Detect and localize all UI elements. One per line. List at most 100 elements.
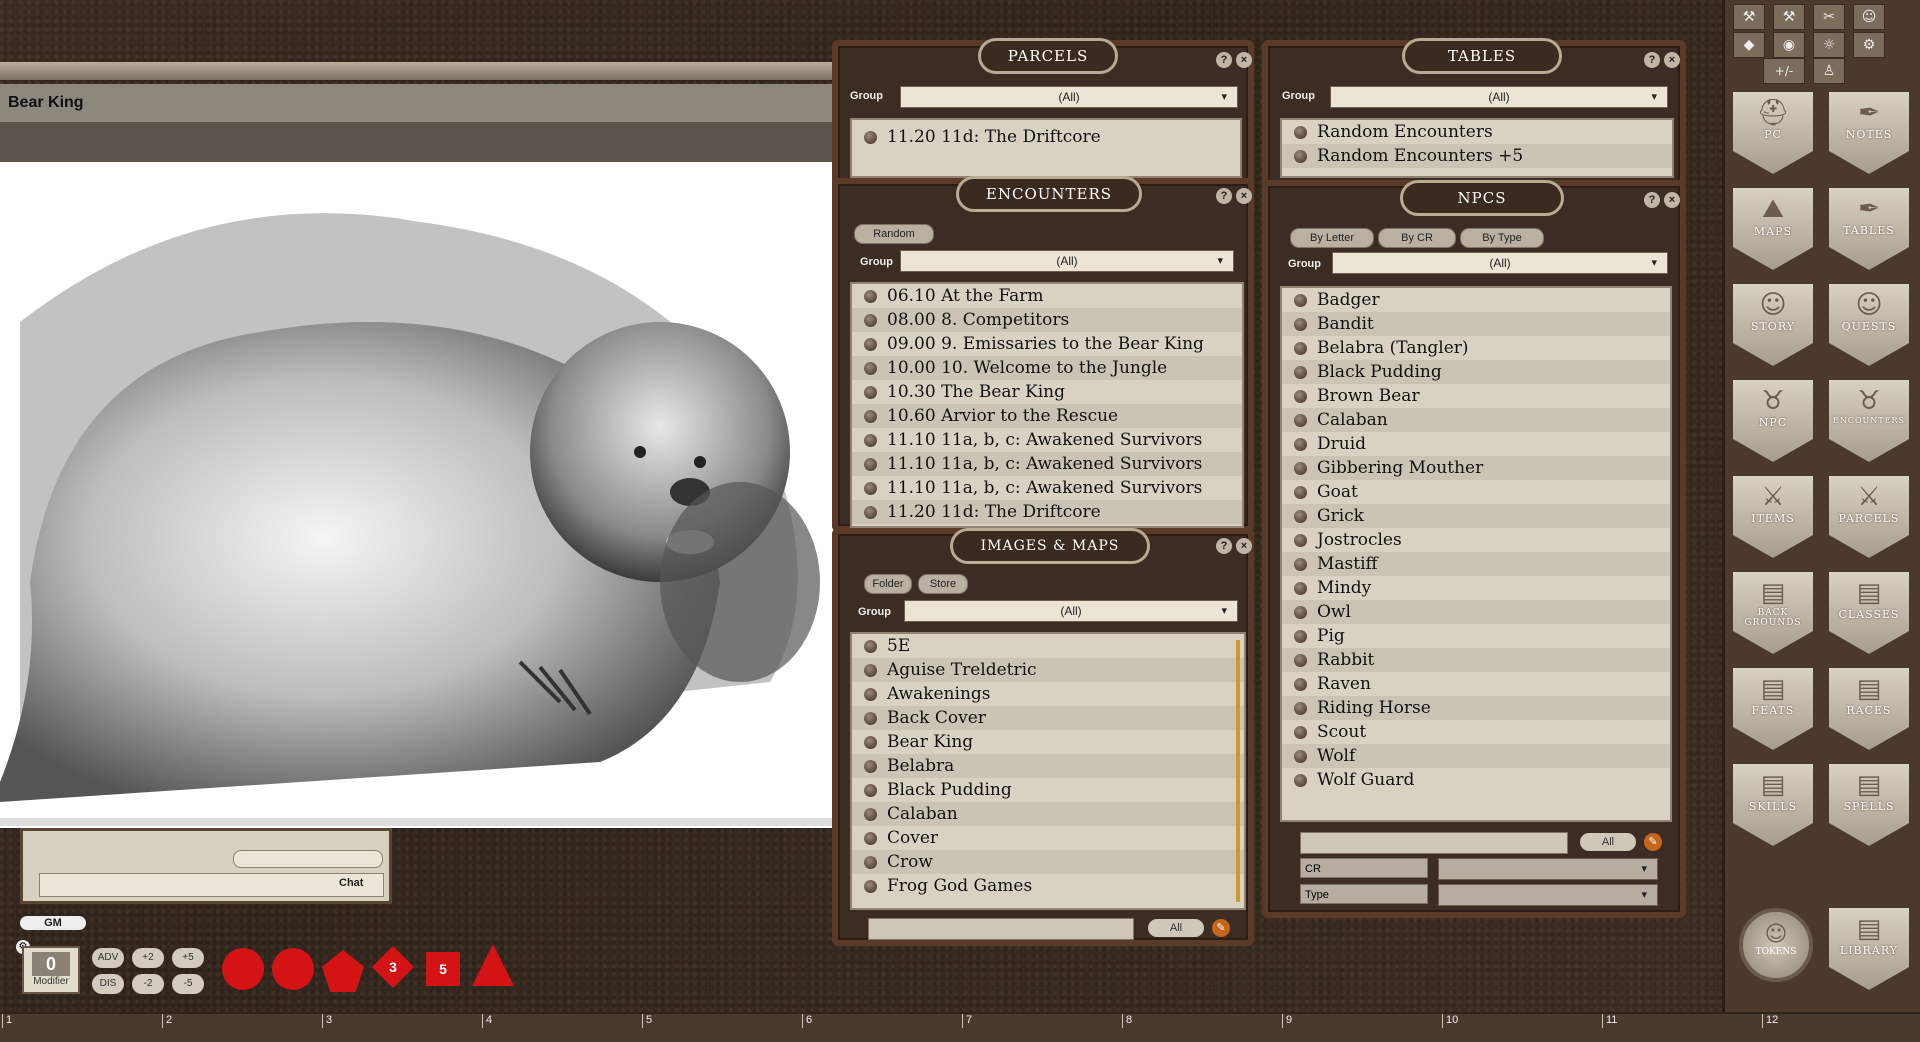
npcs-title[interactable]: NPCS bbox=[1400, 180, 1564, 216]
search-input[interactable] bbox=[1300, 832, 1568, 854]
feats-shield-button[interactable]: ▤ FEATS bbox=[1733, 668, 1813, 750]
list-item[interactable]: Pig bbox=[1282, 624, 1670, 648]
list-item[interactable]: 11.20 11d: The Driftcore bbox=[852, 500, 1242, 524]
list-item[interactable]: Random Encounters bbox=[1282, 120, 1672, 144]
dis-button[interactable]: DIS bbox=[92, 974, 124, 994]
tables-title[interactable]: TABLES bbox=[1402, 38, 1562, 74]
list-item[interactable]: Grick bbox=[1282, 504, 1670, 528]
d6-die[interactable]: 5 bbox=[426, 952, 460, 986]
npc-shield-button[interactable]: ♉ NPC bbox=[1733, 380, 1813, 462]
list-item[interactable]: Belabra (Tangler) bbox=[1282, 336, 1670, 360]
search-input[interactable] bbox=[868, 918, 1134, 940]
d4-die[interactable] bbox=[472, 944, 514, 986]
minus5-button[interactable]: -5 bbox=[172, 974, 204, 994]
group-dropdown[interactable]: (All) bbox=[1332, 252, 1668, 274]
toolbar-icon[interactable]: ◆ bbox=[1733, 32, 1765, 58]
list-item[interactable]: Back Cover bbox=[852, 706, 1244, 730]
list-item[interactable]: Owl bbox=[1282, 600, 1670, 624]
store-button[interactable]: Store bbox=[918, 574, 968, 594]
list-item[interactable]: 10.60 Arvior to the Rescue bbox=[852, 404, 1242, 428]
list-item[interactable]: Random Encounters +5 bbox=[1282, 144, 1672, 168]
close-button[interactable]: × bbox=[1664, 52, 1680, 68]
list-item[interactable]: Awakenings bbox=[852, 682, 1244, 706]
help-button[interactable]: ? bbox=[1216, 52, 1232, 68]
random-button[interactable]: Random bbox=[854, 224, 934, 244]
list-item[interactable]: 11.20 11d: The Driftcore bbox=[852, 120, 1240, 154]
list-item[interactable]: Black Pudding bbox=[852, 778, 1244, 802]
group-dropdown[interactable]: (All) bbox=[904, 600, 1238, 622]
list-item[interactable]: Bandit bbox=[1282, 312, 1670, 336]
list-item[interactable]: Riding Horse bbox=[1282, 696, 1670, 720]
toolbar-icon[interactable]: ⚒ bbox=[1733, 4, 1765, 30]
encounters-shield-button[interactable]: ♉ ENCOUNTERS bbox=[1829, 380, 1909, 462]
list-item[interactable]: 11.10 11a, b, c: Awakened Survivors bbox=[852, 476, 1242, 500]
encounters-title[interactable]: ENCOUNTERS bbox=[956, 176, 1142, 212]
images-maps-title[interactable]: IMAGES & MAPS bbox=[950, 528, 1150, 564]
plus2-button[interactable]: +2 bbox=[132, 948, 164, 968]
plus5-button[interactable]: +5 bbox=[172, 948, 204, 968]
list-item[interactable]: 5E bbox=[852, 634, 1244, 658]
skills-shield-button[interactable]: ▤ SKILLS bbox=[1733, 764, 1813, 846]
list-item[interactable]: Scout bbox=[1282, 720, 1670, 744]
list-item[interactable]: Druid bbox=[1282, 432, 1670, 456]
list-item[interactable]: Raven bbox=[1282, 672, 1670, 696]
modifier-box[interactable]: 0 Modifier bbox=[22, 946, 80, 994]
list-item[interactable]: Cover bbox=[852, 826, 1244, 850]
edit-icon[interactable]: ✎ bbox=[1644, 833, 1662, 851]
list-item[interactable]: Calaban bbox=[852, 802, 1244, 826]
d10-die[interactable] bbox=[322, 950, 364, 992]
figure-icon[interactable]: ♙ bbox=[1813, 58, 1845, 84]
notes-shield-button[interactable]: ✒ NOTES bbox=[1829, 92, 1909, 174]
tab-by-type[interactable]: By Type bbox=[1460, 228, 1544, 248]
group-dropdown[interactable]: (All) bbox=[1330, 86, 1668, 108]
list-item[interactable]: Wolf Guard bbox=[1282, 768, 1670, 792]
story-shield-button[interactable]: ☺ STORY bbox=[1733, 284, 1813, 366]
items-shield-button[interactable]: ⚔ ITEMS bbox=[1733, 476, 1813, 558]
races-shield-button[interactable]: ▤ RACES bbox=[1829, 668, 1909, 750]
folder-button[interactable]: Folder bbox=[864, 574, 912, 594]
chat-button[interactable]: Chat bbox=[339, 877, 363, 889]
list-item[interactable]: 10.00 10. Welcome to the Jungle bbox=[852, 356, 1242, 380]
help-button[interactable]: ? bbox=[1644, 52, 1660, 68]
classes-shield-button[interactable]: ▤ CLASSES bbox=[1829, 572, 1909, 654]
backgrounds-shield-button[interactable]: ▤ BACK GROUNDS bbox=[1733, 572, 1813, 654]
all-button[interactable]: All bbox=[1580, 833, 1636, 851]
toolbar-icon[interactable]: ⚒ bbox=[1773, 4, 1805, 30]
close-button[interactable]: × bbox=[1236, 188, 1252, 204]
all-button[interactable]: All bbox=[1148, 919, 1204, 937]
adv-button[interactable]: ADV bbox=[92, 948, 124, 968]
spells-shield-button[interactable]: ▤ SPELLS bbox=[1829, 764, 1909, 846]
close-button[interactable]: × bbox=[1664, 192, 1680, 208]
lighting-icon[interactable]: ☼ bbox=[1813, 32, 1845, 58]
cr-filter-dropdown[interactable] bbox=[1438, 858, 1658, 880]
list-item[interactable]: Goat bbox=[1282, 480, 1670, 504]
list-item[interactable]: 11.10 11a, b, c: Awakened Survivors bbox=[852, 428, 1242, 452]
type-filter-dropdown[interactable] bbox=[1438, 884, 1658, 906]
pc-shield-button[interactable]: ⛑ PC bbox=[1733, 92, 1813, 174]
list-item[interactable]: Belabra bbox=[852, 754, 1244, 778]
image-canvas[interactable] bbox=[0, 162, 834, 828]
list-item[interactable]: Wolf bbox=[1282, 744, 1670, 768]
parcels-title[interactable]: PARCELS bbox=[978, 38, 1118, 74]
help-button[interactable]: ? bbox=[1216, 538, 1232, 554]
tab-by-cr[interactable]: By CR bbox=[1378, 228, 1456, 248]
list-item[interactable]: Brown Bear bbox=[1282, 384, 1670, 408]
d8-die[interactable]: 3 bbox=[372, 946, 414, 988]
chat-mode-select[interactable] bbox=[233, 850, 383, 868]
gm-identity-tag[interactable]: GM bbox=[20, 916, 86, 930]
d20-die[interactable] bbox=[222, 948, 264, 990]
tables-shield-button[interactable]: ✒ TABLES bbox=[1829, 188, 1909, 270]
tokens-button[interactable]: ☺ TOKENS bbox=[1739, 908, 1813, 982]
quests-shield-button[interactable]: ☺ QUESTS bbox=[1829, 284, 1909, 366]
list-item[interactable]: Black Pudding bbox=[1282, 360, 1670, 384]
list-item[interactable]: Gibbering Mouther bbox=[1282, 456, 1670, 480]
list-item[interactable]: Rabbit bbox=[1282, 648, 1670, 672]
library-shield-button[interactable]: ▤ LIBRARY bbox=[1829, 908, 1909, 990]
toolbar-icon[interactable]: ✂ bbox=[1813, 4, 1845, 30]
list-item[interactable]: 11.10 11a, b, c: Awakened Survivors bbox=[852, 452, 1242, 476]
toolbar-icon[interactable]: ◉ bbox=[1773, 32, 1805, 58]
list-item[interactable]: Bear King bbox=[852, 730, 1244, 754]
parcels-shield-button[interactable]: ⚔ PARCELS bbox=[1829, 476, 1909, 558]
help-button[interactable]: ? bbox=[1216, 188, 1232, 204]
list-item[interactable]: Badger bbox=[1282, 288, 1670, 312]
